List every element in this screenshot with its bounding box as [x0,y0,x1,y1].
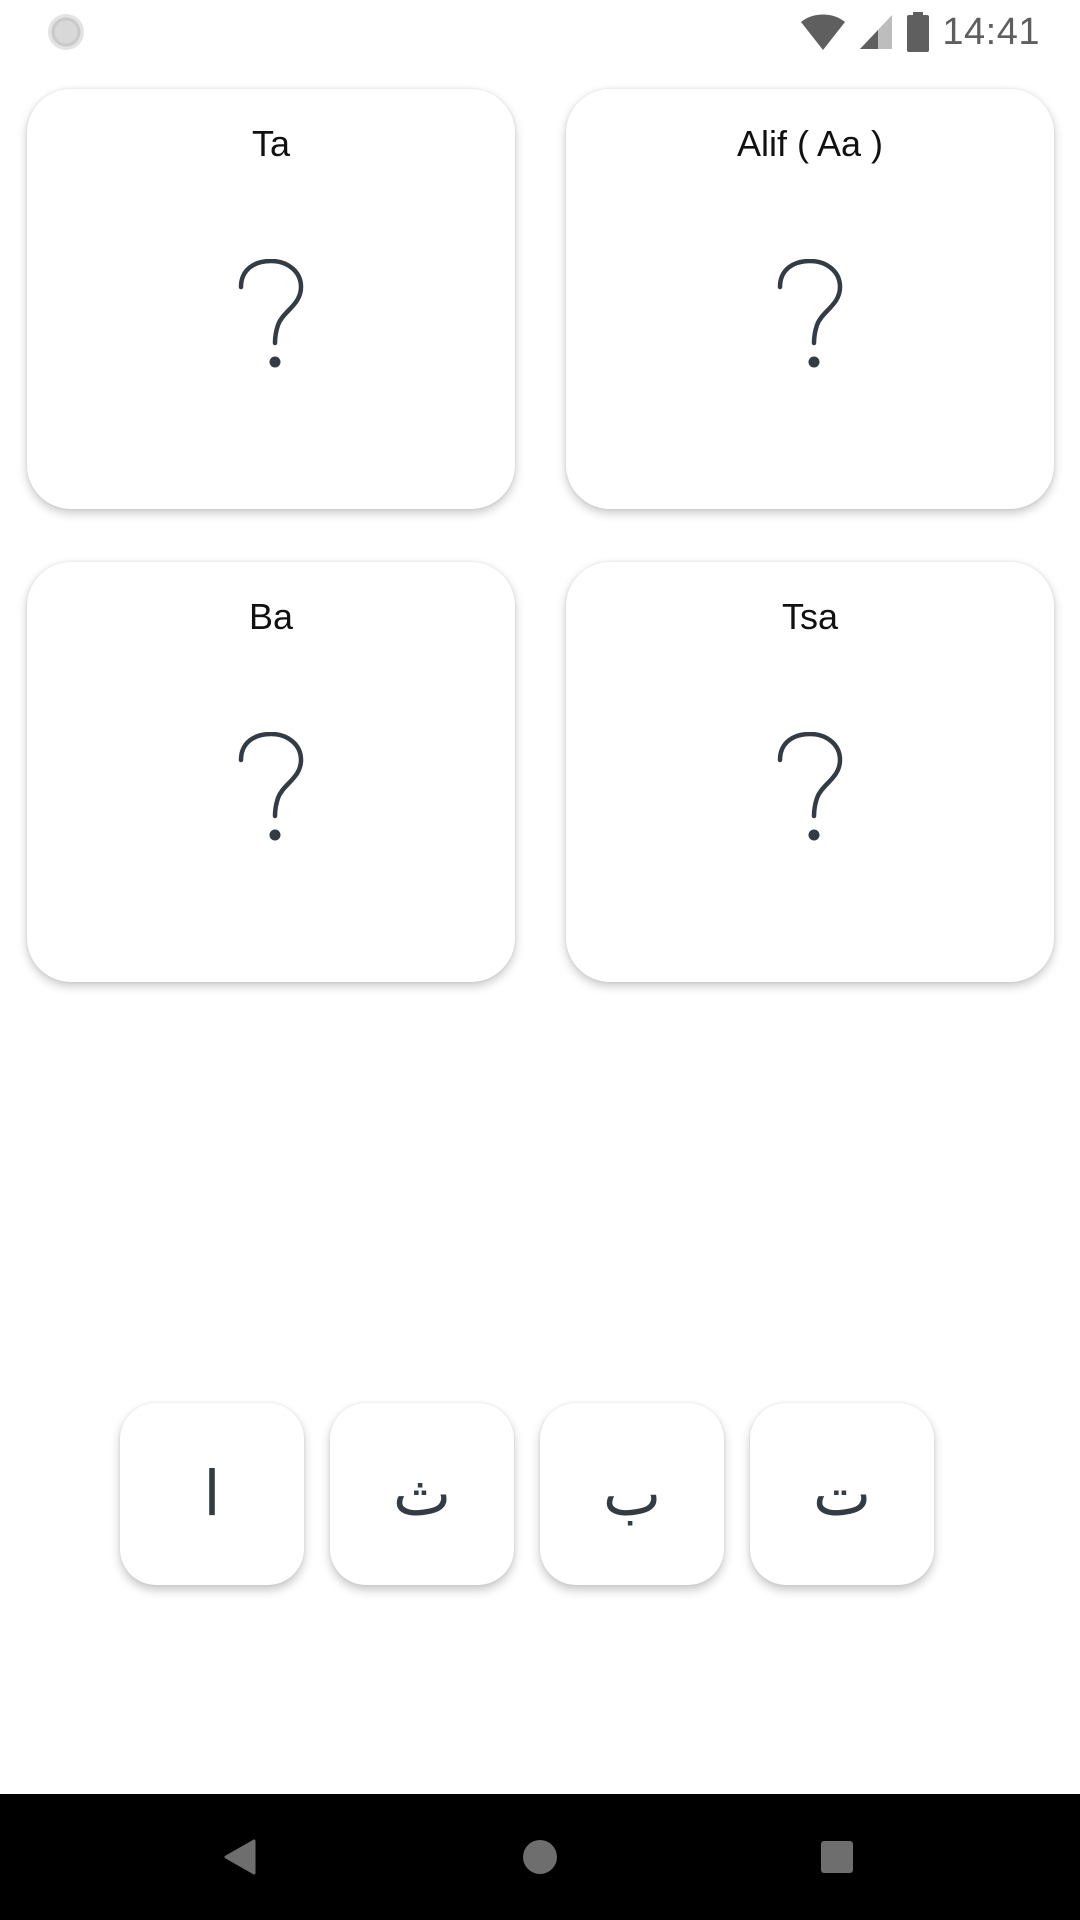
home-icon [523,1840,557,1874]
letter-tile-alif[interactable]: ا [120,1403,304,1585]
clock: 14:41 [942,10,1040,53]
recents-icon [821,1841,853,1873]
question-mark-icon [777,259,843,368]
letter-tile-ta[interactable]: ت [750,1403,934,1585]
home-button[interactable] [480,1794,600,1920]
card-label: Ta [251,123,291,164]
battery-icon [907,12,930,52]
letter-glyph: ث [392,1457,452,1530]
back-icon [224,1839,256,1875]
letter-tile-ba[interactable]: ب [540,1403,724,1585]
letter-tile-tsa[interactable]: ث [330,1403,514,1585]
question-mark-icon [238,259,304,368]
status-bar: 14:41 [0,0,1080,64]
letter-glyph: ت [812,1457,872,1530]
status-icons: 14:41 [800,8,1040,56]
card-label: Ba [248,596,294,637]
card-ta[interactable]: Ta [27,89,515,509]
loading-icon [48,14,84,50]
card-label: Alif ( Aa ) [736,123,884,164]
recents-button[interactable] [777,1794,897,1920]
letter-glyph: ا [203,1457,221,1530]
card-tsa[interactable]: Tsa [566,562,1054,982]
wifi-icon [801,14,846,50]
navigation-bar [0,1794,1080,1920]
card-label: Tsa [781,596,839,637]
signal-icon [860,15,893,49]
card-alif[interactable]: Alif ( Aa ) [566,89,1054,509]
card-ba[interactable]: Ba [27,562,515,982]
letter-glyph: ب [602,1457,662,1530]
question-mark-icon [238,732,304,841]
back-button[interactable] [180,1794,300,1920]
question-mark-icon [777,732,843,841]
